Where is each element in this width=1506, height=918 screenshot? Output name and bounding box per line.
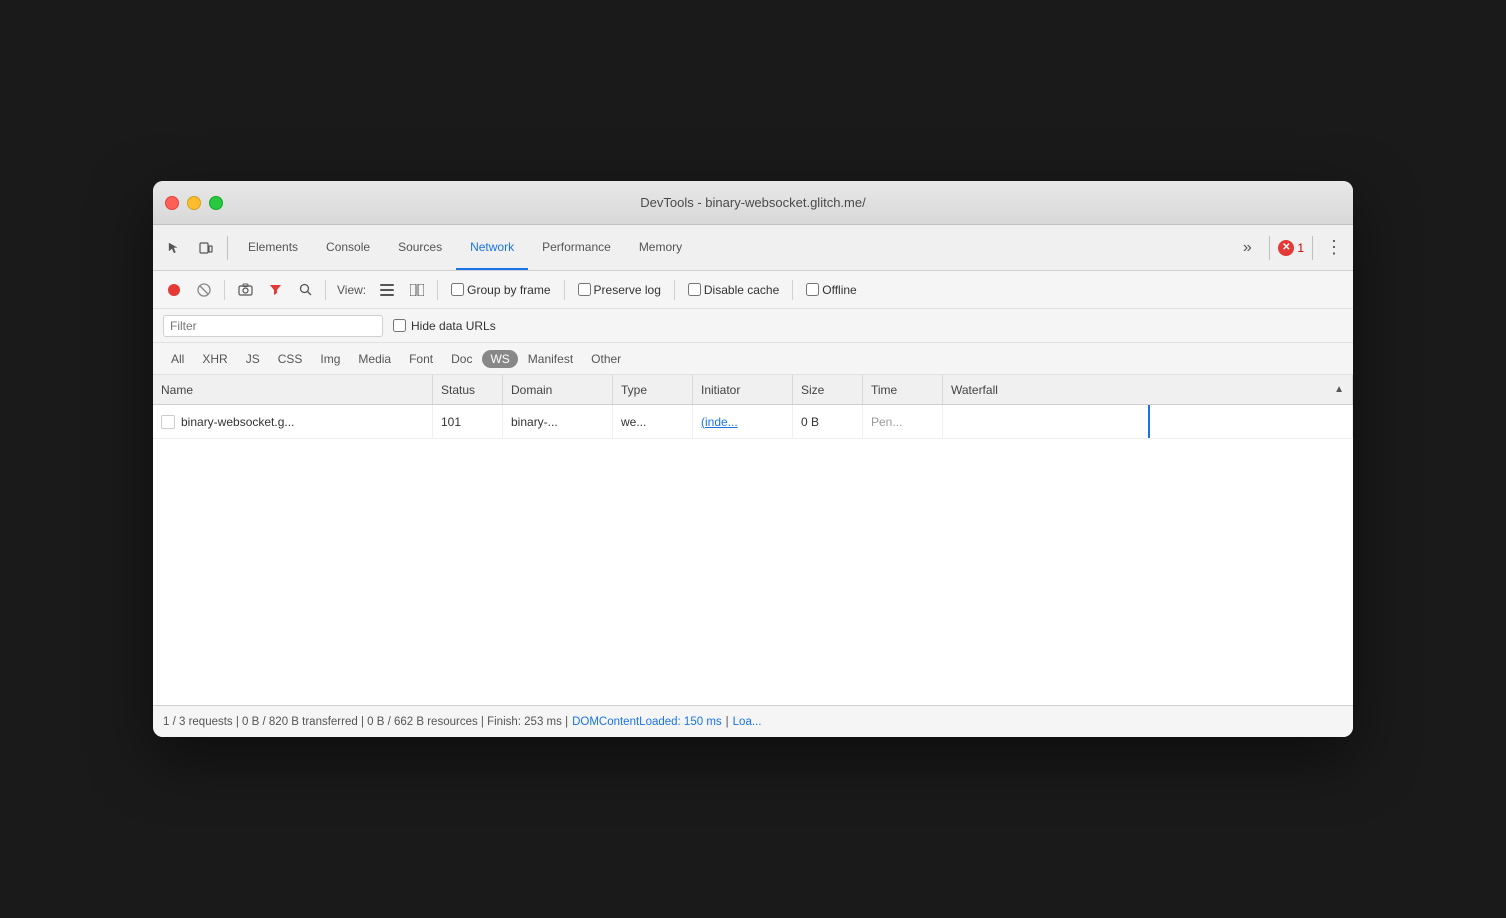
status-separator: | [726,716,729,728]
type-tab-other[interactable]: Other [583,350,629,368]
td-waterfall [943,405,1353,438]
td-size: 0 B [793,405,863,438]
tab-performance[interactable]: Performance [528,225,625,270]
td-time: Pen... [863,405,943,438]
th-waterfall[interactable]: Waterfall ▲ [943,375,1353,404]
filter-bar: Hide data URLs [153,309,1353,343]
inspect-button[interactable] [159,234,189,262]
minimize-button[interactable] [187,196,201,210]
type-tab-xhr[interactable]: XHR [194,350,235,368]
toolbar-right: » ✕ 1 ⋮ [1233,234,1347,262]
offline-checkbox[interactable] [806,283,819,296]
status-text: 1 / 3 requests | 0 B / 820 B transferred… [163,716,568,728]
group-by-frame-text: Group by frame [467,283,550,297]
td-domain: binary-... [503,405,613,438]
th-size[interactable]: Size [793,375,863,404]
toolbar-separator [227,236,228,260]
disable-cache-text: Disable cache [704,283,779,297]
tab-memory[interactable]: Memory [625,225,696,270]
search-button[interactable] [292,277,318,303]
close-button[interactable] [165,196,179,210]
group-by-frame-checkbox[interactable] [451,283,464,296]
disable-cache-checkbox[interactable] [688,283,701,296]
th-status[interactable]: Status [433,375,503,404]
disable-cache-label[interactable]: Disable cache [688,283,779,297]
net-sep-2 [325,280,326,300]
row-checkbox[interactable] [161,415,175,429]
waterfall-line [1148,405,1150,438]
filter-button[interactable] [262,277,288,303]
sort-arrow-icon: ▲ [1334,384,1344,395]
load-link[interactable]: Loa... [733,716,762,728]
net-sep-4 [564,280,565,300]
type-tab-js[interactable]: JS [238,350,268,368]
dom-content-loaded-link[interactable]: DOMContentLoaded: 150 ms [572,716,722,728]
maximize-button[interactable] [209,196,223,210]
clear-button[interactable] [191,277,217,303]
td-name: binary-websocket.g... [153,405,433,438]
td-status: 101 [433,405,503,438]
record-button[interactable] [161,277,187,303]
td-type: we... [613,405,693,438]
more-tabs-button[interactable]: » [1233,234,1261,262]
type-tab-doc[interactable]: Doc [443,350,480,368]
list-view-button[interactable] [374,277,400,303]
tab-console[interactable]: Console [312,225,384,270]
th-name[interactable]: Name [153,375,433,404]
offline-label[interactable]: Offline [806,283,856,297]
table-body: binary-websocket.g... 101 binary-... we.… [153,405,1353,705]
net-sep-6 [792,280,793,300]
error-icon: ✕ [1278,240,1294,256]
view-label: View: [337,283,366,297]
preserve-log-text: Preserve log [594,283,661,297]
type-tab-media[interactable]: Media [350,350,399,368]
preserve-log-checkbox[interactable] [578,283,591,296]
window-title: DevTools - binary-websocket.glitch.me/ [640,195,865,210]
type-filter-bar: All XHR JS CSS Img Media Font Doc WS Man… [153,343,1353,375]
th-time[interactable]: Time [863,375,943,404]
error-badge: ✕ 1 [1278,240,1304,256]
cols-view-button[interactable] [404,277,430,303]
preserve-log-label[interactable]: Preserve log [578,283,661,297]
th-initiator[interactable]: Initiator [693,375,793,404]
titlebar: DevTools - binary-websocket.glitch.me/ [153,181,1353,225]
type-tab-ws[interactable]: WS [482,350,517,368]
filter-input[interactable] [163,315,383,337]
error-count: 1 [1297,241,1304,255]
hide-data-urls-checkbox[interactable] [393,319,406,332]
th-domain[interactable]: Domain [503,375,613,404]
table-row[interactable]: binary-websocket.g... 101 binary-... we.… [153,405,1353,439]
tab-elements[interactable]: Elements [234,225,312,270]
screenshot-button[interactable] [232,277,258,303]
net-sep-1 [224,280,225,300]
network-table: Name Status Domain Type Initiator Size T… [153,375,1353,705]
status-bar: 1 / 3 requests | 0 B / 820 B transferred… [153,705,1353,737]
tab-bar: Elements Console Sources Network Perform… [234,225,1231,270]
net-sep-5 [674,280,675,300]
type-tab-all[interactable]: All [163,350,192,368]
network-toolbar: View: Group by frame Preserve log [153,271,1353,309]
toolbar-sep-2 [1269,236,1270,260]
traffic-lights [165,196,223,210]
hide-data-urls-label[interactable]: Hide data URLs [393,319,496,333]
type-tab-font[interactable]: Font [401,350,441,368]
toolbar-sep-3 [1312,236,1313,260]
offline-text: Offline [822,283,856,297]
th-waterfall-label: Waterfall [951,383,998,397]
type-tab-css[interactable]: CSS [270,350,311,368]
device-toolbar-button[interactable] [191,234,221,262]
main-toolbar: Elements Console Sources Network Perform… [153,225,1353,271]
type-tab-img[interactable]: Img [312,350,348,368]
group-by-frame-label[interactable]: Group by frame [451,283,550,297]
tab-sources[interactable]: Sources [384,225,456,270]
th-type[interactable]: Type [613,375,693,404]
hide-data-urls-text: Hide data URLs [411,319,496,333]
tab-network[interactable]: Network [456,225,528,270]
td-initiator: (inde... [693,405,793,438]
settings-button[interactable]: ⋮ [1321,237,1347,258]
net-sep-3 [437,280,438,300]
type-tab-manifest[interactable]: Manifest [520,350,581,368]
table-header: Name Status Domain Type Initiator Size T… [153,375,1353,405]
